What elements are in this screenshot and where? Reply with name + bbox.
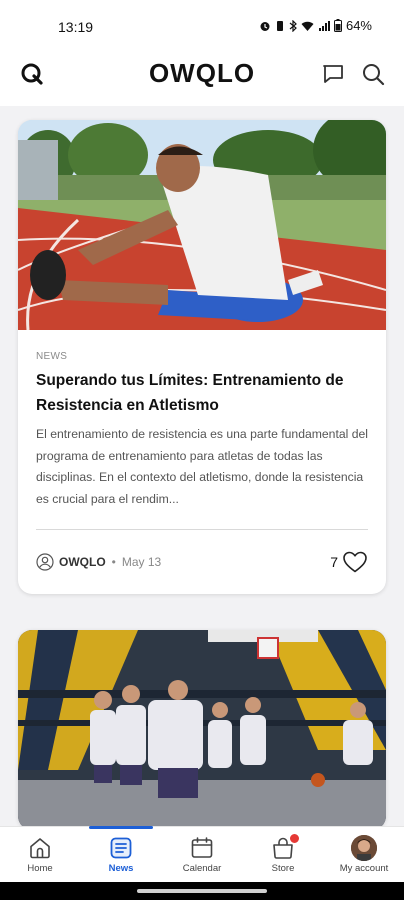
- article-date: May 13: [121, 555, 162, 569]
- app-header: OWQLO: [0, 50, 404, 106]
- chat-icon[interactable]: [320, 61, 346, 87]
- alarm-icon: [260, 21, 270, 31]
- bottom-nav: Home News Calendar Store My account: [0, 826, 404, 883]
- nav-news-label: News: [108, 863, 134, 874]
- vibrate-icon: [276, 20, 283, 31]
- nav-calendar-label: Calendar: [182, 863, 222, 874]
- home-icon: [30, 838, 50, 859]
- nav-my-account-label: My account: [339, 863, 389, 874]
- news-card[interactable]: [18, 630, 386, 830]
- article-image[interactable]: [18, 630, 386, 830]
- card-divider: [36, 529, 368, 530]
- nav-news[interactable]: News: [81, 826, 161, 883]
- status-time: 13:19: [58, 19, 94, 35]
- article-title[interactable]: Superando tus Límites: Entrenamiento de …: [36, 368, 366, 418]
- status-bar: 13:19 64%: [0, 0, 404, 50]
- notification-badge: [289, 833, 300, 844]
- article-meta: OWQLO • May 13: [36, 553, 161, 571]
- active-tab-indicator: [89, 826, 153, 829]
- article-image[interactable]: [18, 120, 386, 330]
- nav-store[interactable]: Store: [243, 827, 323, 883]
- status-icons: 64%: [259, 18, 372, 33]
- nav-calendar[interactable]: Calendar: [162, 827, 242, 883]
- user-icon: [36, 553, 54, 571]
- bluetooth-icon: [289, 19, 297, 32]
- signal-icon: [318, 20, 330, 31]
- news-card[interactable]: NEWS Superando tus Límites: Entrenamient…: [18, 120, 386, 594]
- avatar: [351, 835, 377, 861]
- home-gesture-handle[interactable]: [137, 889, 267, 893]
- nav-home-label: Home: [27, 863, 53, 874]
- article-author: OWQLO: [59, 555, 106, 569]
- meta-separator: •: [111, 555, 116, 569]
- battery-icon: [333, 19, 342, 32]
- like-button[interactable]: 7: [330, 550, 368, 574]
- system-nav-bar: [0, 882, 404, 900]
- nav-store-label: Store: [271, 863, 295, 874]
- wifi-icon: [301, 21, 314, 31]
- like-count: 7: [330, 554, 338, 570]
- heart-icon[interactable]: [342, 550, 368, 574]
- search-icon[interactable]: [360, 61, 386, 87]
- calendar-icon: [191, 837, 213, 858]
- battery-percent: 64%: [345, 18, 372, 33]
- nav-my-account[interactable]: My account: [324, 827, 404, 883]
- article-category: NEWS: [36, 351, 68, 362]
- article-excerpt: El entrenamiento de resistencia es una p…: [36, 427, 368, 506]
- news-icon: [110, 837, 132, 859]
- nav-home[interactable]: Home: [0, 827, 80, 883]
